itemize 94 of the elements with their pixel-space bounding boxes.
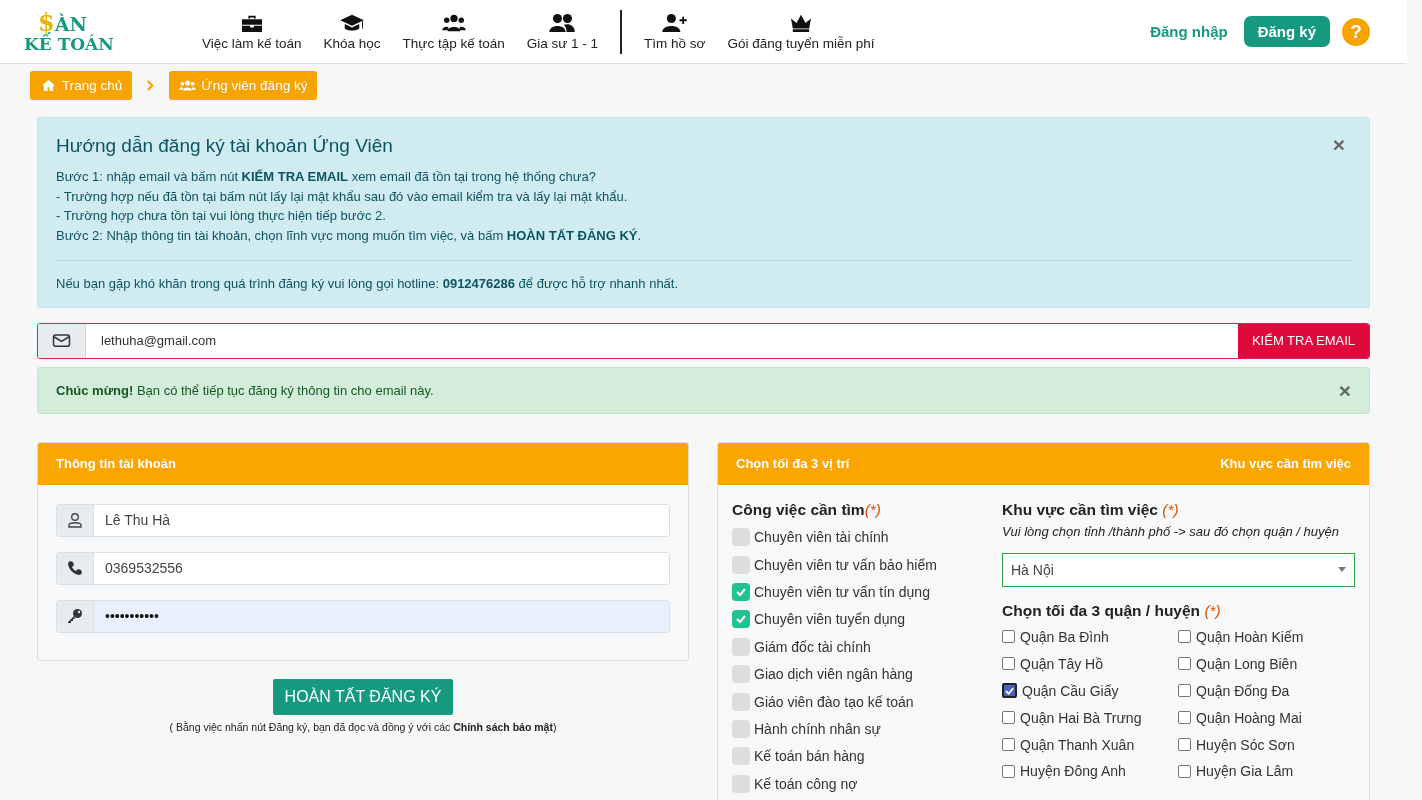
nav-link[interactable]: Tìm hồ sơ <box>644 12 706 51</box>
submit-button[interactable]: HOÀN TẤT ĐĂNG KÝ <box>272 678 454 715</box>
checkbox-label[interactable]: Quận Thanh Xuân <box>1020 736 1135 753</box>
checkbox[interactable] <box>1002 738 1015 751</box>
checkbox-label[interactable]: Hành chính nhân sự <box>754 720 881 737</box>
card-title: Chọn tối đa 3 vị trí <box>736 456 850 471</box>
checkbox[interactable] <box>1178 738 1191 751</box>
checkbox-label[interactable]: Kế toán bán hàng <box>754 748 865 765</box>
card-title: Khu vực cần tìm việc <box>1220 456 1351 471</box>
checkbox-label[interactable]: Chuyên viên tài chính <box>754 529 889 546</box>
checkbox-label[interactable]: Giám đốc tài chính <box>754 638 871 655</box>
input-field[interactable]: Lê Thu Hà <box>56 503 670 537</box>
guide-text: Bước 1: nhập email và bấm nút KIỂM TRA EMAIL xem email đã tồn tại trong hệ thống chưa? <box>56 168 597 186</box>
email-field[interactable]: lethuha@gmail.com KIỂM TRA EMAIL <box>37 322 1370 359</box>
close-button[interactable]: × <box>1326 134 1351 155</box>
users-icon <box>179 79 197 92</box>
checkbox-label[interactable]: Quận Ba Đình <box>1020 628 1109 645</box>
input-field[interactable]: ••••••••••• <box>56 599 670 633</box>
checkbox[interactable] <box>732 637 750 656</box>
key-icon <box>67 608 83 624</box>
user-icon <box>67 512 83 528</box>
checkbox[interactable] <box>732 555 750 574</box>
phone-icon <box>67 560 83 576</box>
logo[interactable]: $ÀN KẾ TOÁN <box>24 10 174 53</box>
section-heading: Công việc cần tìm <box>732 500 865 518</box>
checkbox-label[interactable]: Quận Tây Hồ <box>1020 655 1103 672</box>
success-text: Chúc mừng! Bạn có thể tiếp tục đăng ký thông tin cho email này. <box>56 382 434 398</box>
checkbox[interactable] <box>732 583 750 601</box>
login-link[interactable]: Đăng nhập <box>1150 23 1228 40</box>
guide-text: - Trường hợp chưa tồn tại vui lòng thực hiện tiếp bước 2. <box>56 207 387 226</box>
users-icon <box>440 12 467 33</box>
policy-note: ( Bằng việc nhấn nút Đăng ký, bạn đã đọc và đồng ý với các Chính sách bảo mật) <box>169 720 557 733</box>
checkbox-label[interactable]: Huyện Gia Lâm <box>1196 763 1294 780</box>
checkbox-label[interactable]: Kế toán công nợ <box>754 775 858 792</box>
checkbox[interactable] <box>732 719 750 738</box>
register-button[interactable]: Đăng ký <box>1243 16 1330 47</box>
user-plus-icon <box>661 12 688 33</box>
required-mark: (*) <box>1162 500 1179 518</box>
checkbox[interactable] <box>1178 764 1191 778</box>
checkbox-label[interactable]: Chuyên viên tư vấn tín dụng <box>754 584 930 600</box>
checkbox-label[interactable]: Chuyên viên tuyển dụng <box>754 611 905 628</box>
nav-link[interactable]: Việc làm kế toán <box>202 12 302 51</box>
nav-link[interactable]: Thực tập kế toán <box>402 12 505 51</box>
guide-text: - Trường hợp nếu đã tồn tại bấm nút lấy lại mật khẩu sau đó vào email kiểm tra và lấy lại mật khẩu. <box>56 187 629 206</box>
checkbox[interactable] <box>732 747 750 766</box>
nav-link[interactable]: Khóa học <box>323 12 381 51</box>
city-select[interactable]: Hà Nội <box>1002 552 1355 587</box>
checkbox[interactable] <box>1178 657 1191 671</box>
checkbox[interactable] <box>1178 630 1191 644</box>
checkbox[interactable] <box>1178 711 1191 725</box>
checkbox-label[interactable]: Quận Hai Bà Trưng <box>1020 709 1142 726</box>
home-icon <box>40 79 57 92</box>
checkbox[interactable] <box>1002 711 1015 725</box>
envelope-icon <box>52 333 71 348</box>
checkbox[interactable] <box>1002 630 1015 644</box>
checkbox-label[interactable]: Quận Long Biên <box>1196 655 1298 672</box>
guide-title: Hướng dẫn đăng ký tài khoản Ứng Viên <box>56 135 393 157</box>
checkbox[interactable] <box>732 665 750 684</box>
caret-icon <box>1338 567 1346 572</box>
users-icon <box>549 12 576 33</box>
checkbox[interactable] <box>1002 657 1015 671</box>
checkbox-label[interactable]: Quận Hoàn Kiếm <box>1196 628 1304 645</box>
nav-link[interactable]: Gói đăng tuyển miễn phí <box>727 12 875 51</box>
checkbox[interactable] <box>1002 683 1017 699</box>
checkbox[interactable] <box>732 528 750 547</box>
checkbox[interactable] <box>732 774 750 793</box>
hint-text: Vui lòng chọn tỉnh /thành phố -> sau đó chọn quận / huyện <box>1002 523 1340 539</box>
checkbox-label[interactable]: Chuyên viên tư vấn bảo hiểm <box>754 556 937 573</box>
checkbox[interactable] <box>732 692 750 711</box>
checkbox-label[interactable]: Giáo viên đào tạo kế toán <box>754 693 914 710</box>
graduation-cap-icon <box>339 12 366 33</box>
section-heading: Khu vực cần tìm việc <box>1002 500 1158 518</box>
required-mark: (*) <box>864 500 881 518</box>
checkbox[interactable] <box>1178 684 1191 698</box>
input-field[interactable]: 0369532556 <box>56 551 670 585</box>
close-button[interactable]: × <box>1332 379 1357 401</box>
checkbox-label[interactable]: Giao dịch viên ngân hàng <box>754 666 913 683</box>
section-heading: Chọn tối đa 3 quận / huyện <box>1002 601 1201 619</box>
checkmark-icon <box>735 613 747 626</box>
checkbox-label[interactable]: Huyện Sóc Sơn <box>1196 736 1295 753</box>
checkmark-icon <box>735 586 747 598</box>
checkbox[interactable] <box>732 610 750 629</box>
hotline-text: Nếu bạn gặp khó khăn trong quá trình đăng ký vui lòng gọi hotline: 0912476286 để được hỗ trợ nhanh nhất. <box>56 274 680 293</box>
guide-text: Bước 2: Nhập thông tin tài khoản, chọn lĩnh vực mong muốn tìm việc, và bấm HOÀN TẤT ĐĂNG KÝ. <box>56 227 643 246</box>
checkbox[interactable] <box>1002 764 1015 778</box>
checkbox-label[interactable]: Quận Đống Đa <box>1196 682 1290 699</box>
nav-link[interactable]: Gia sư 1 - 1 <box>526 12 598 51</box>
checkbox-label[interactable]: Huyện Đông Anh <box>1020 763 1126 780</box>
checkbox-label[interactable]: Quận Hoàng Mai <box>1196 709 1302 726</box>
check-email-button[interactable]: KIỂM TRA EMAIL <box>1237 323 1369 358</box>
required-mark: (*) <box>1204 601 1221 619</box>
checkbox-label[interactable]: Quận Cầu Giấy <box>1022 682 1119 699</box>
chevron-icon <box>146 79 156 92</box>
card-title: Thông tin tài khoản <box>56 456 176 471</box>
